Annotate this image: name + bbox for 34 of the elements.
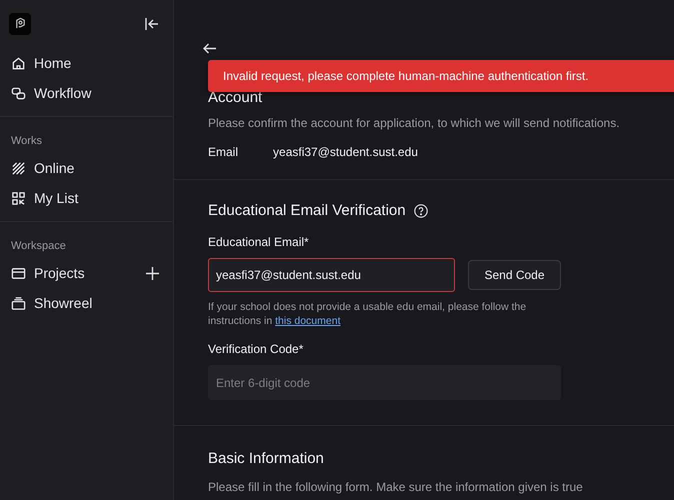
- document-link[interactable]: this document: [275, 315, 340, 327]
- sidebar-item[interactable]: My List: [0, 183, 173, 213]
- collapse-icon[interactable]: [145, 18, 159, 30]
- stripes-icon: [11, 160, 26, 176]
- sidebar-item[interactable]: Showreel: [0, 288, 173, 318]
- add-icon[interactable]: [146, 266, 159, 280]
- section-title: Workspace: [10, 239, 67, 254]
- help-text: If your school does not provide a usable edu email, please follow the instructions in this document: [208, 300, 528, 328]
- field-value: yeasfi37@student.sust.edu: [273, 145, 418, 159]
- link-icon: [11, 86, 26, 100]
- sidebar-item[interactable]: Online: [0, 153, 173, 183]
- back-icon[interactable]: [203, 43, 216, 54]
- email-field[interactable]: yeasfi37@student.sust.edu: [208, 258, 455, 292]
- tray-icon: [11, 296, 26, 310]
- logo-icon: [9, 12, 31, 34]
- section-heading: Basic Information: [208, 450, 325, 467]
- sidebar-item[interactable]: Projects: [0, 258, 173, 288]
- sidebar-item[interactable]: Home: [0, 48, 173, 78]
- code-field[interactable]: Enter 6-digit code: [208, 365, 561, 400]
- field-label: Verification Code*: [208, 342, 304, 356]
- card-icon: [11, 266, 26, 280]
- field-label: Educational Email*: [208, 235, 310, 249]
- section-heading: Educational Email Verification: [208, 202, 406, 219]
- section-title: Works: [10, 134, 43, 149]
- field-label: Email: [208, 145, 238, 159]
- section-heading: Account: [208, 89, 264, 106]
- home-icon: [11, 56, 26, 70]
- description: Please fill in the following form. Make sure the information given is true: [208, 480, 584, 495]
- error-toast: Invalid request, please complete human-machine authentication first.: [208, 60, 674, 92]
- description: Please confirm the account for application, to which we will send notifications.: [208, 116, 621, 131]
- send-code-button[interactable]: Send Code: [468, 260, 561, 290]
- help-icon[interactable]: [414, 204, 428, 218]
- grid-icon: [11, 190, 26, 206]
- sidebar-item[interactable]: Workflow: [0, 78, 173, 108]
